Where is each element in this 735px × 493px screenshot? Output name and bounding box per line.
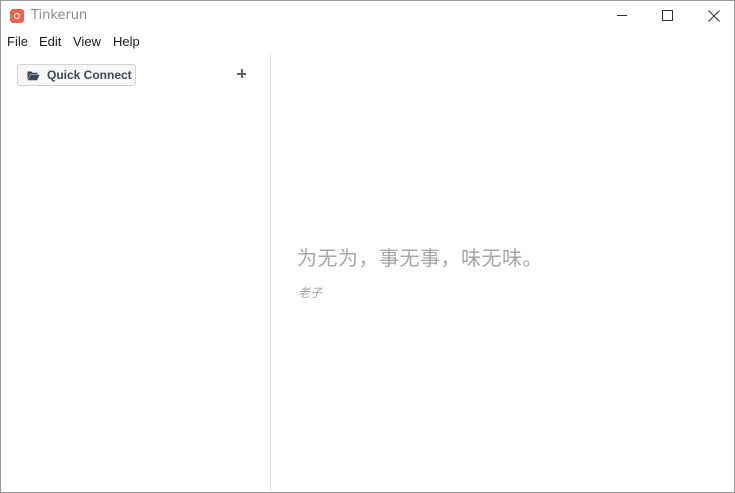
quick-connect-button[interactable]: Quick Connect — [17, 64, 136, 86]
app-logo-icon — [10, 9, 24, 23]
maximize-button[interactable] — [645, 1, 691, 31]
main-panel: 为无为，事无事，味无味。 老子 — [271, 53, 734, 492]
menu-file[interactable]: File — [7, 34, 28, 50]
add-connection-button[interactable] — [234, 66, 250, 82]
minimize-button[interactable] — [599, 1, 645, 31]
quick-connect-label: Quick Connect — [47, 68, 132, 82]
folder-open-icon — [27, 71, 40, 81]
menu-edit[interactable]: Edit — [39, 34, 61, 50]
close-button[interactable] — [691, 1, 735, 31]
title-bar[interactable]: Tinkerun — [1, 1, 734, 31]
close-icon — [708, 10, 720, 22]
menu-bar: File Edit View Help — [1, 31, 734, 53]
window-title: Tinkerun — [31, 8, 88, 23]
quote-text: 为无为，事无事，味无味。 — [297, 246, 543, 270]
menu-help[interactable]: Help — [113, 34, 140, 50]
menu-view[interactable]: View — [73, 34, 101, 50]
quote-author: 老子 — [298, 286, 323, 300]
sidebar: Quick Connect — [1, 53, 271, 492]
app-window: Tinkerun File Edit View Help Quick Conne… — [0, 0, 735, 493]
